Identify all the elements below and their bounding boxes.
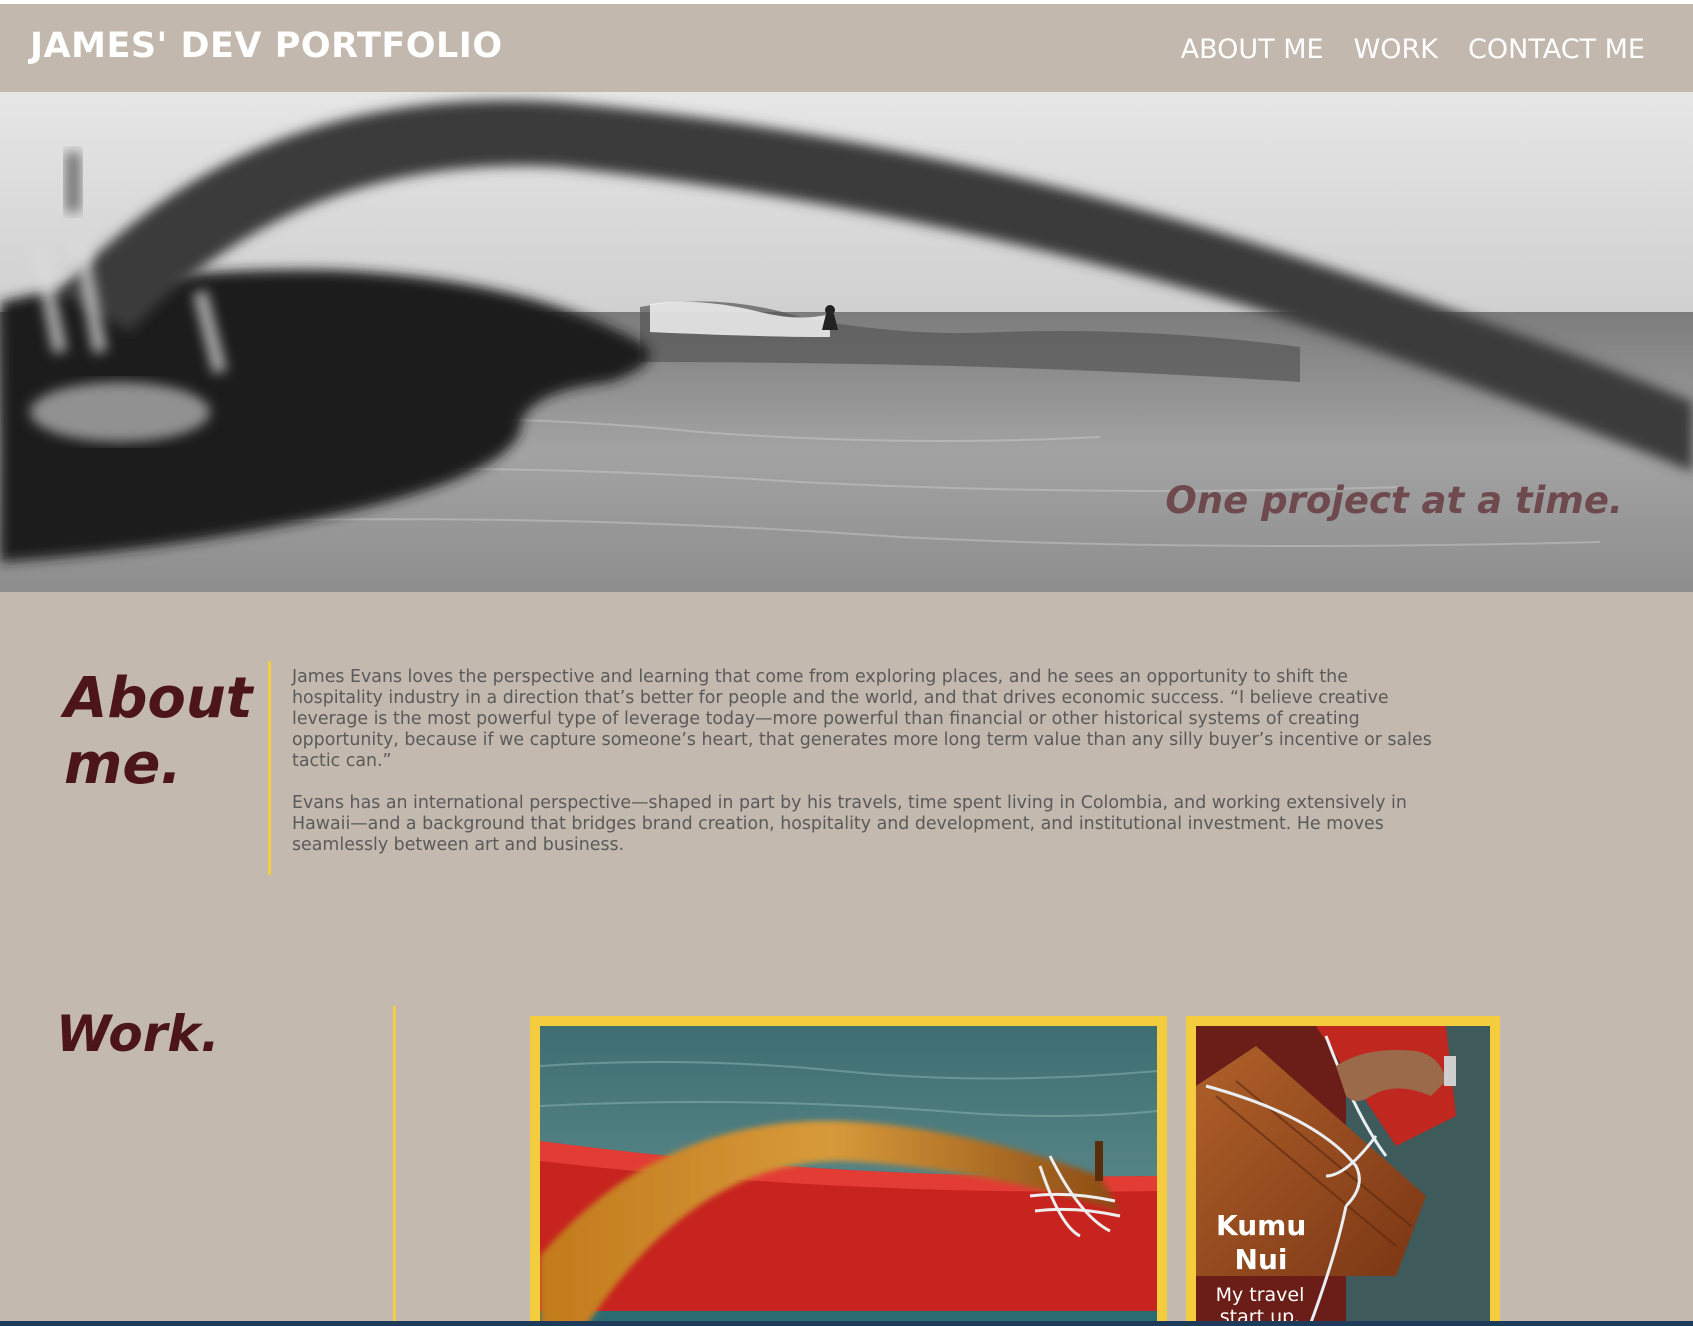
main-nav: ABOUT ME WORK CONTACT ME — [1181, 34, 1645, 65]
work-heading: Work. — [56, 1005, 220, 1063]
project-card-canoe[interactable] — [530, 1016, 1167, 1326]
brand-title[interactable]: JAMES' DEV PORTFOLIO — [30, 26, 503, 66]
project-subtitle: My travel start up. — [1215, 1284, 1305, 1326]
hero-tagline: One project at a time. — [1165, 479, 1623, 522]
about-paragraph: Evans has an international perspective—s… — [292, 793, 1407, 855]
about-heading-line1: About — [64, 666, 253, 731]
about-heading-line2: me. — [64, 732, 182, 797]
hero-banner: One project at a time. — [0, 92, 1693, 592]
project-title: Kumu Nui — [1216, 1209, 1307, 1276]
nav-about-me[interactable]: ABOUT ME — [1181, 34, 1324, 65]
about-body: James Evans loves the perspective and le… — [292, 667, 1442, 856]
project-card-kumu-nui[interactable]: Kumu Nui My travel start up. — [1186, 1016, 1500, 1326]
work-divider — [393, 1006, 396, 1326]
about-paragraph: James Evans loves the perspective and le… — [292, 667, 1432, 771]
taskbar-edge — [0, 1321, 1693, 1326]
nav-work[interactable]: WORK — [1354, 34, 1438, 65]
project-image-kumu-nui — [1196, 1026, 1490, 1326]
project-image-canoe — [540, 1026, 1157, 1326]
about-heading: About me. — [64, 666, 264, 798]
site-header: JAMES' DEV PORTFOLIO ABOUT ME WORK CONTA… — [0, 4, 1693, 92]
about-divider — [268, 661, 271, 875]
nav-contact-me[interactable]: CONTACT ME — [1468, 34, 1645, 65]
